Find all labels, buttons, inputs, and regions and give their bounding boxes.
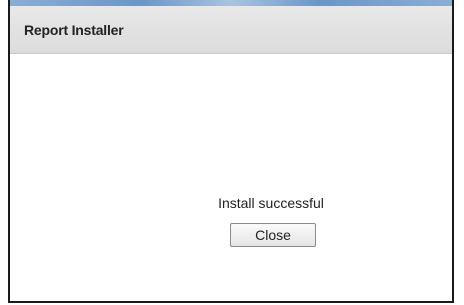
dialog-body: Install successful Close [10,55,452,301]
close-button[interactable]: Close [230,223,316,247]
dialog-titlebar[interactable]: Report Installer [10,6,452,54]
page: Report Installer Install successful Clos… [0,0,464,305]
dialog-title: Report Installer [24,21,124,38]
report-installer-dialog: Report Installer Install successful Clos… [8,0,454,303]
status-message: Install successful [218,195,324,211]
